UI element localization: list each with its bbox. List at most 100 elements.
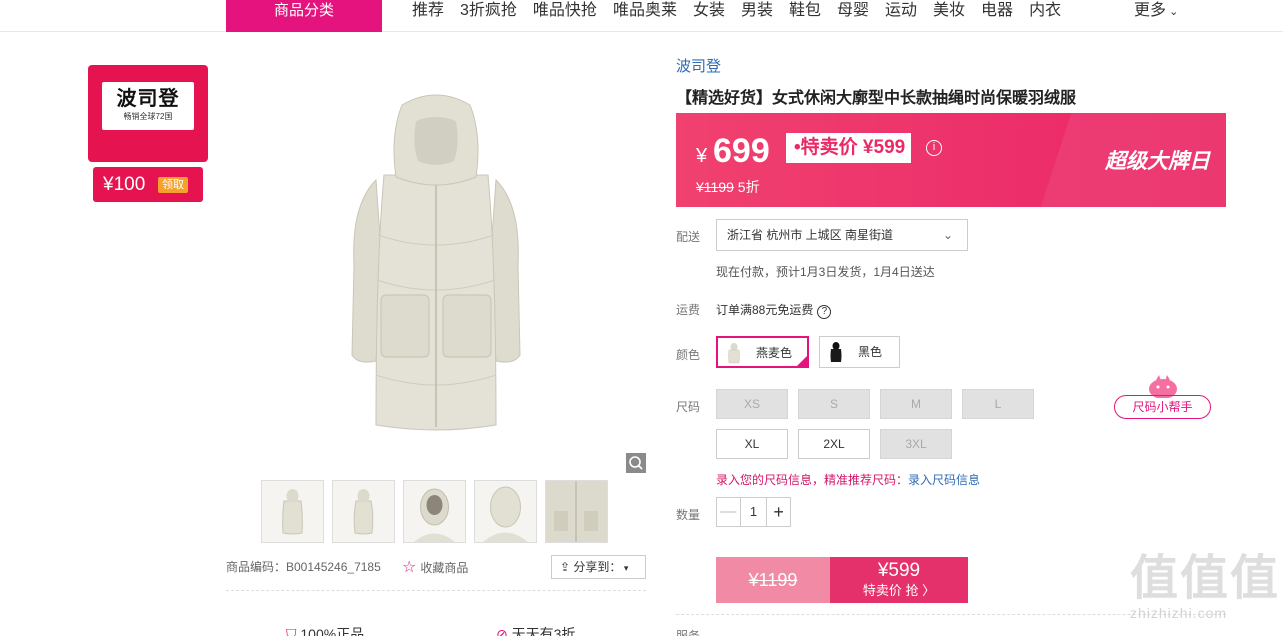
size-helper-button[interactable]: 尺码小帮手 (1114, 395, 1211, 419)
chevron-down-icon: ⌄ (1166, 6, 1179, 18)
nav-item-recommend[interactable]: 推荐 (404, 0, 452, 24)
buy-original-price: ¥1199 (748, 570, 798, 590)
zoom-icon[interactable] (626, 453, 646, 473)
coupon-amount: ¥100 (103, 174, 146, 195)
discount-icon: ⊘ (496, 626, 508, 636)
product-title: 【精选好货】女式休闲大廓型中长款抽绳时尚保暖羽绒服 (676, 90, 1077, 107)
size-option-l[interactable]: L (962, 389, 1034, 419)
event-label: 超级大牌日 (1105, 150, 1210, 173)
buy-now-button[interactable]: ¥599 特卖价 抢 〉 (830, 557, 968, 603)
thumbnail-front[interactable] (261, 480, 324, 543)
nav-item-sports[interactable]: 运动 (877, 0, 925, 24)
color-label: 颜色 (676, 348, 701, 362)
nav-item-quick-buy[interactable]: 唯品快抢 (525, 0, 605, 24)
shipping-info: 订单满88元免运费? (716, 301, 832, 319)
category-menu-button[interactable]: 商品分类 (226, 0, 382, 32)
share-icon: ⇪ (560, 560, 574, 574)
watermark-domain: zhizhizhi.com (1130, 605, 1228, 621)
brand-logo-slogan: 畅销全球72国 (123, 112, 173, 121)
brand-logo: 波司登 畅销全球72国 (102, 82, 194, 130)
chevron-down-icon: ⌄ (942, 228, 953, 242)
share-button[interactable]: ⇪ 分享到： ▾ (551, 555, 646, 579)
star-icon: ☆ (402, 559, 417, 576)
size-info-link[interactable]: 录入尺码信息 (908, 473, 980, 487)
color-option-oat[interactable]: 燕麦色 (716, 336, 809, 368)
watermark-logo: 值值值 (1130, 552, 1281, 605)
brand-logo-name: 波司登 (116, 88, 180, 110)
nav-item-appliances[interactable]: 电器 (973, 0, 1021, 24)
nav-item-baby[interactable]: 母婴 (829, 0, 877, 24)
quantity-value[interactable]: 1 (741, 498, 767, 526)
feature-daily-discount: ⊘ 天天有3折 (496, 624, 575, 636)
buy-action-label: 特卖价 抢 〉 (862, 583, 936, 598)
shield-icon: ⛉ (286, 626, 297, 636)
feature-authentic-label: 100%正品 (300, 626, 365, 636)
original-price-row: ¥1199 5折 (696, 177, 760, 197)
quantity-label: 数量 (676, 508, 701, 522)
favorite-button[interactable]: ☆ 收藏商品 (402, 557, 468, 577)
share-label: 分享到： (573, 560, 622, 574)
selected-check-icon (795, 354, 809, 368)
size-option-s[interactable]: S (798, 389, 870, 419)
current-price: 699 (713, 132, 770, 170)
delivery-eta: 现在付款，预计1月3日发货，1月4日送达 (716, 265, 935, 279)
original-price: ¥1199 (696, 179, 734, 195)
top-nav: 商品分类 推荐 3折疯抢 唯品快抢 唯品奥莱 女装 男装 鞋包 母婴 运动 美妆… (0, 0, 1283, 32)
site-watermark: 值值值 zhizhizhi.com (1130, 553, 1280, 633)
quantity-increase-button[interactable]: + (766, 498, 790, 526)
discount-rate: 5折 (737, 179, 760, 195)
feature-authentic: ⛉ 100%正品 (286, 624, 364, 636)
size-note-text: 录入您的尺码信息，精准推荐尺码： (716, 473, 909, 487)
brand-card[interactable]: 波司登 畅销全球72国 (88, 65, 208, 162)
nav-item-outlet[interactable]: 唯品奥莱 (605, 0, 685, 24)
color-option-black-label: 黑色 (858, 345, 883, 359)
original-price-block: ¥1199 (716, 557, 830, 603)
special-price-tag: •特卖价 ¥599 (786, 133, 912, 163)
color-option-black[interactable]: 黑色 (819, 336, 900, 368)
size-option-2xl[interactable]: 2XL (798, 429, 870, 459)
nav-item-beauty[interactable]: 美妆 (925, 0, 973, 24)
buy-price: ¥599 (877, 560, 921, 581)
size-option-xl[interactable]: XL (716, 429, 788, 459)
nav-item-flash-30[interactable]: 3折疯抢 (452, 0, 525, 24)
nav-items: 推荐 3折疯抢 唯品快抢 唯品奥莱 女装 男装 鞋包 母婴 运动 美妆 电器 内… (404, 0, 1069, 24)
black-swatch-icon (830, 342, 842, 362)
size-label: 尺码 (676, 400, 701, 414)
address-selector[interactable]: 浙江省 杭州市 上城区 南星街道 ⌄ (716, 219, 968, 251)
thumbnail-hood[interactable] (403, 480, 466, 543)
price-banner: ¥ 699 •特卖价 ¥599 i ¥1199 5折 超级大牌日 (676, 113, 1226, 207)
nav-item-men[interactable]: 男装 (733, 0, 781, 24)
nav-item-underwear[interactable]: 内衣 (1021, 0, 1069, 24)
size-note: 录入您的尺码信息，精准推荐尺码：录入尺码信息 (716, 471, 980, 488)
jacket-illustration (226, 65, 646, 470)
favorite-label: 收藏商品 (420, 561, 469, 575)
price-currency: ¥ (696, 145, 708, 167)
thumbnail-side[interactable] (332, 480, 395, 543)
main-product-image[interactable] (226, 65, 646, 473)
services-label: 服务 (676, 629, 701, 636)
quantity-stepper: — 1 + (716, 497, 791, 527)
help-icon[interactable]: ? (817, 305, 832, 319)
thumbnail-strip (261, 480, 608, 543)
size-option-xs[interactable]: XS (716, 389, 788, 419)
nav-more-button[interactable]: 更多 ⌄ (1134, 0, 1178, 23)
quantity-decrease-button[interactable]: — (717, 498, 741, 526)
shipping-text: 订单满88元免运费 (716, 303, 814, 317)
sku-code: 商品编码：B00145246_7185 (226, 560, 381, 574)
coupon-claim-button[interactable]: 领取 (158, 177, 188, 193)
brand-link[interactable]: 波司登 (676, 55, 721, 76)
address-value: 浙江省 杭州市 上城区 南星街道 (727, 228, 894, 242)
nav-more-label: 更多 (1134, 2, 1167, 19)
coupon[interactable]: ¥100 领取 (93, 167, 203, 202)
nav-item-shoes-bags[interactable]: 鞋包 (781, 0, 829, 24)
oat-swatch-icon (728, 343, 740, 364)
thumbnail-detail[interactable] (545, 480, 608, 543)
gallery-divider (226, 590, 646, 591)
feature-discount-label: 天天有3折 (511, 626, 576, 636)
delivery-label: 配送 (676, 230, 701, 244)
info-icon[interactable]: i (926, 140, 942, 156)
size-option-3xl[interactable]: 3XL (880, 429, 952, 459)
nav-item-women[interactable]: 女装 (685, 0, 733, 24)
size-option-m[interactable]: M (880, 389, 952, 419)
thumbnail-back[interactable] (474, 480, 537, 543)
